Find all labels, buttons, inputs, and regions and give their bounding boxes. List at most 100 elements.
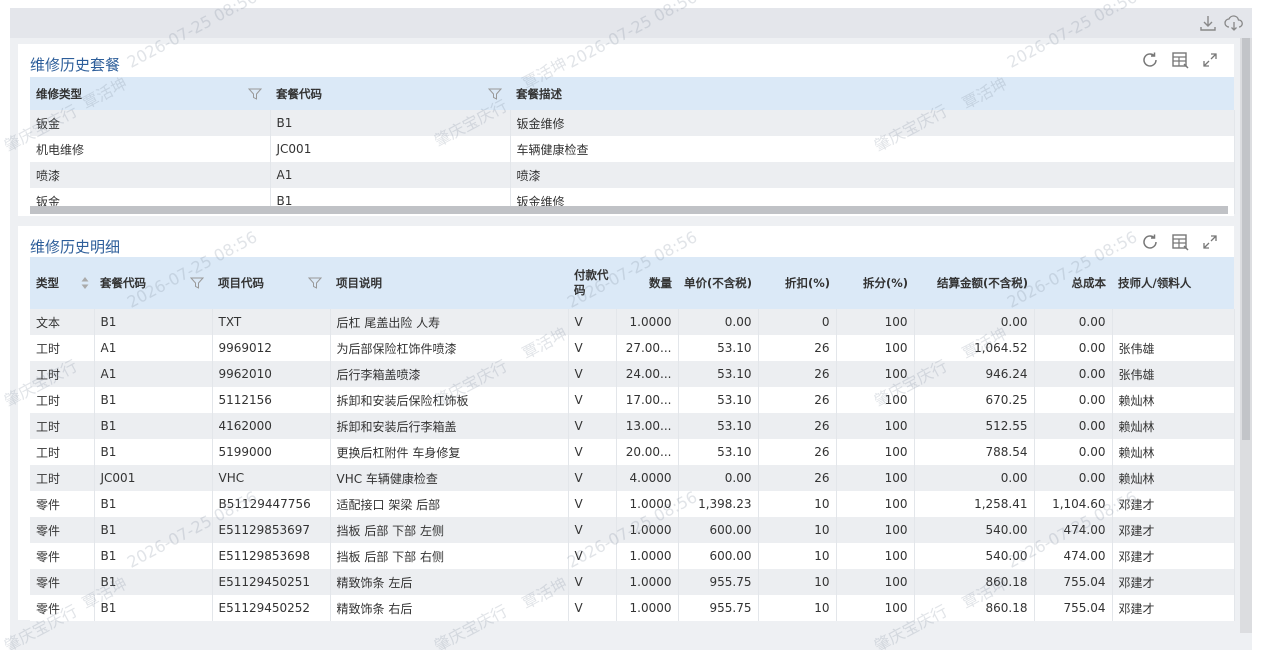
table-row[interactable]: 零件 B1 E51129853698 挡板 后部 下部 右侧 V 1.0000 600.00… [30, 543, 1235, 569]
table-cell: A1 [270, 162, 511, 188]
vertical-scrollbar[interactable] [1240, 38, 1252, 633]
column-settings-icon[interactable] [1170, 50, 1190, 70]
table-cell: B1 [94, 517, 213, 543]
refresh-icon[interactable] [1140, 50, 1160, 70]
table-cell: 26 [758, 335, 837, 361]
package-table: 维修类型 套餐代码 套餐描述 钣金 B1 钣金维修 机电维修 JC001 车辆健康检查 喷漆… [30, 77, 1235, 214]
expand-icon[interactable] [1200, 232, 1220, 252]
table-row[interactable]: 文本 B1 TXT 后杠 尾盖出险 人寿 V 1.0000 0.00 0 100 0.00 0.00 [30, 309, 1235, 335]
table-cell: 喷漆 [30, 162, 271, 188]
table-cell: 1.0000 [616, 595, 679, 621]
table-cell: 邓建才 [1112, 517, 1235, 543]
table-cell: 0.00 [1034, 465, 1113, 491]
table-row[interactable]: 工时 A1 9969012 为后部保险杠饰件喷漆 V 27.00... 53.10 26 100… [30, 335, 1235, 361]
table-cell: V [568, 335, 617, 361]
column-header[interactable]: 数量 [616, 257, 678, 309]
expand-icon[interactable] [1200, 50, 1220, 70]
cloud-download-icon[interactable] [1224, 13, 1244, 33]
panel-title: 维修历史明细 [30, 238, 121, 256]
table-cell: 10 [758, 595, 837, 621]
table-cell: 拆卸和安装后保险杠饰板 [330, 387, 569, 413]
table-cell: 540.00 [914, 517, 1035, 543]
column-header[interactable]: 折扣(%) [758, 257, 836, 309]
table-cell: 755.04 [1034, 569, 1113, 595]
filter-icon[interactable] [487, 87, 503, 101]
table-header-row: 维修类型 套餐代码 套餐描述 [30, 77, 1234, 110]
table-cell: 600.00 [678, 517, 759, 543]
table-cell: B1 [270, 110, 511, 136]
sort-icon[interactable] [80, 275, 90, 291]
table-cell: VHC [212, 465, 331, 491]
table-row[interactable]: 工时 B1 5199000 更换后杠附件 车身修复 V 20.00... 53.10 26 10… [30, 439, 1235, 465]
table-cell: 4.0000 [616, 465, 679, 491]
detail-table: 类型 套餐代码 项目代码 项目说明 付款代码 数量 单价(不含税) 折扣(%) … [30, 257, 1235, 621]
table-row[interactable]: 零件 B1 B51129447756 适配接口 架梁 后部 V 1.0000 1,398.2… [30, 491, 1235, 517]
column-header[interactable]: 项目说明 [330, 257, 568, 309]
table-cell [1112, 309, 1235, 335]
table-cell: 邓建才 [1112, 569, 1235, 595]
table-row[interactable]: 零件 B1 E51129450252 精致饰条 右后 V 1.0000 955.75 10 10… [30, 595, 1235, 621]
table-cell: 0.00 [1034, 439, 1113, 465]
table-row[interactable]: 工时 JC001 VHC VHC 车辆健康检查 V 4.0000 0.00 26 100 0.00… [30, 465, 1235, 491]
refresh-icon[interactable] [1140, 232, 1160, 252]
table-cell: 工时 [30, 465, 95, 491]
table-cell: 53.10 [678, 361, 759, 387]
table-cell: 10 [758, 491, 837, 517]
table-row[interactable]: 零件 B1 E51129450251 精致饰条 左后 V 1.0000 955.75 10 10… [30, 569, 1235, 595]
table-cell: 零件 [30, 491, 95, 517]
column-header[interactable]: 技师人/领料人 [1112, 257, 1234, 309]
table-cell: 100 [836, 491, 915, 517]
table-row[interactable]: 钣金 B1 钣金维修 [30, 110, 1235, 136]
column-header[interactable]: 总成本 [1034, 257, 1112, 309]
column-header[interactable]: 拆分(%) [836, 257, 914, 309]
column-header[interactable]: 类型 [30, 257, 94, 309]
scrollbar-thumb[interactable] [1242, 38, 1250, 440]
filter-icon[interactable] [247, 87, 263, 101]
column-header[interactable]: 项目代码 [212, 257, 330, 309]
table-cell: 精致饰条 右后 [330, 595, 569, 621]
table-cell: 1.0000 [616, 569, 679, 595]
table-cell: 100 [836, 569, 915, 595]
column-header[interactable]: 套餐代码 [270, 77, 510, 110]
table-row[interactable]: 喷漆 A1 喷漆 [30, 162, 1235, 188]
table-cell: V [568, 491, 617, 517]
table-cell: 100 [836, 413, 915, 439]
table-cell: 955.75 [678, 569, 759, 595]
column-header[interactable]: 维修类型 [30, 77, 270, 110]
table-cell: 9962010 [212, 361, 331, 387]
column-header[interactable]: 套餐描述 [510, 77, 1234, 110]
table-cell: 喷漆 [510, 162, 1235, 188]
table-cell: A1 [94, 335, 213, 361]
repair-history-package-panel: 维修历史套餐 维修类型 套餐代码 套餐描述 钣金 B1 钣金维修 机电维修 JC001 车… [18, 44, 1235, 216]
column-header[interactable]: 结算金额(不含税) [914, 257, 1034, 309]
table-row[interactable]: 工时 B1 5112156 拆卸和安装后保险杠饰板 V 17.00... 53.10 26 10… [30, 387, 1235, 413]
column-settings-icon[interactable] [1170, 232, 1190, 252]
table-cell: JC001 [94, 465, 213, 491]
column-header[interactable]: 套餐代码 [94, 257, 212, 309]
table-cell: V [568, 465, 617, 491]
horizontal-scrollbar[interactable] [30, 206, 1228, 214]
download-icon[interactable] [1198, 13, 1218, 33]
filter-icon[interactable] [189, 276, 205, 290]
table-cell: 1.0000 [616, 543, 679, 569]
table-cell: 工时 [30, 413, 95, 439]
filter-icon[interactable] [307, 276, 323, 290]
table-cell: 13.00... [616, 413, 679, 439]
table-row[interactable]: 工时 B1 4162000 拆卸和安装后行李箱盖 V 13.00... 53.10 26 100… [30, 413, 1235, 439]
table-cell: 赖灿林 [1112, 465, 1235, 491]
column-header[interactable]: 付款代码 [568, 257, 616, 309]
table-row[interactable]: 机电维修 JC001 车辆健康检查 [30, 136, 1235, 162]
table-row[interactable]: 工时 A1 9962010 后行李箱盖喷漆 V 24.00... 53.10 26 100 946… [30, 361, 1235, 387]
table-row[interactable]: 零件 B1 E51129853697 挡板 后部 下部 左侧 V 1.0000 600.00… [30, 517, 1235, 543]
table-cell: B1 [94, 569, 213, 595]
table-cell: 860.18 [914, 569, 1035, 595]
table-cell: 100 [836, 361, 915, 387]
table-cell: 474.00 [1034, 543, 1113, 569]
table-cell: V [568, 387, 617, 413]
table-cell: 53.10 [678, 413, 759, 439]
column-header[interactable]: 单价(不含税) [678, 257, 758, 309]
table-cell: JC001 [270, 136, 511, 162]
table-cell: 860.18 [914, 595, 1035, 621]
table-cell: B1 [94, 543, 213, 569]
table-cell: 0.00 [1034, 361, 1113, 387]
